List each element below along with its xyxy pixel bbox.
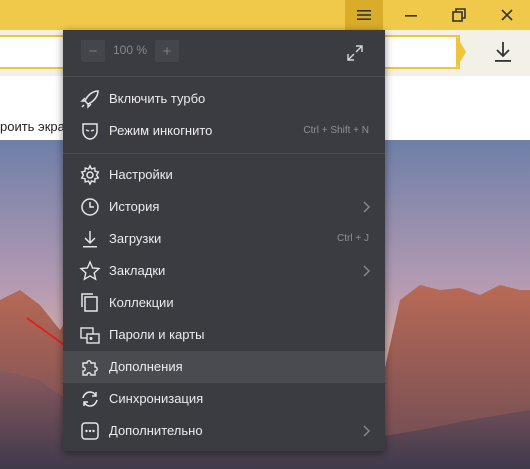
collections-icon xyxy=(79,292,101,314)
menu-item-hotkey: Ctrl + Shift + N xyxy=(303,125,369,136)
menu-divider xyxy=(63,153,385,154)
menu-item-label: Дополнительно xyxy=(109,423,203,438)
menu-item-sync[interactable]: Синхронизация xyxy=(63,383,385,415)
clock-icon xyxy=(79,196,101,218)
menu-item-label: Режим инкогнито xyxy=(109,123,213,138)
zoom-in-button[interactable]: + xyxy=(155,40,179,62)
menu-item-label: Дополнения xyxy=(109,359,183,374)
key-card-icon xyxy=(79,324,101,346)
chevron-right-icon xyxy=(361,200,371,214)
incognito-mask-icon xyxy=(79,120,101,142)
menu-item-turbo[interactable]: Включить турбо xyxy=(63,83,385,115)
menu-item-settings[interactable]: Настройки xyxy=(63,159,385,191)
chevron-right-icon xyxy=(361,424,371,438)
menu-item-history[interactable]: История xyxy=(63,191,385,223)
zoom-out-button[interactable]: − xyxy=(81,40,105,62)
menu-item-label: Синхронизация xyxy=(109,391,204,406)
chevron-right-icon xyxy=(361,264,371,278)
menu-item-extensions[interactable]: Дополнения xyxy=(63,351,385,383)
zoom-level: 100 % xyxy=(112,43,148,57)
menu-item-label: Закладки xyxy=(109,263,166,278)
rocket-icon xyxy=(79,88,101,110)
star-icon xyxy=(79,260,101,282)
menu-item-downloads[interactable]: Загрузки Ctrl + J xyxy=(63,223,385,255)
sync-icon xyxy=(79,388,101,410)
menu-item-label: Загрузки xyxy=(109,231,162,246)
puzzle-icon xyxy=(79,356,101,378)
fullscreen-button[interactable] xyxy=(344,42,366,64)
more-dots-icon xyxy=(79,420,101,442)
menu-divider xyxy=(63,76,385,77)
menu-item-hotkey: Ctrl + J xyxy=(337,233,369,244)
download-icon xyxy=(79,228,101,250)
menu-item-label: Настройки xyxy=(109,167,173,182)
menu-item-label: Пароли и карты xyxy=(109,327,205,342)
menu-item-collections[interactable]: Коллекции xyxy=(63,287,385,319)
menu-item-label: Коллекции xyxy=(109,295,174,310)
browser-main-menu: − 100 % + Включить турбо Режим инкогнито… xyxy=(63,30,385,451)
menu-item-more[interactable]: Дополнительно xyxy=(63,415,385,447)
menu-item-bookmarks[interactable]: Закладки xyxy=(63,255,385,287)
menu-item-incognito[interactable]: Режим инкогнито Ctrl + Shift + N xyxy=(63,115,385,147)
zoom-controls: − 100 % + xyxy=(63,30,385,76)
gear-icon xyxy=(79,164,101,186)
fullscreen-icon xyxy=(346,44,364,62)
menu-item-label: История xyxy=(109,199,160,214)
menu-item-passwords[interactable]: Пароли и карты xyxy=(63,319,385,351)
menu-item-label: Включить турбо xyxy=(109,91,206,106)
